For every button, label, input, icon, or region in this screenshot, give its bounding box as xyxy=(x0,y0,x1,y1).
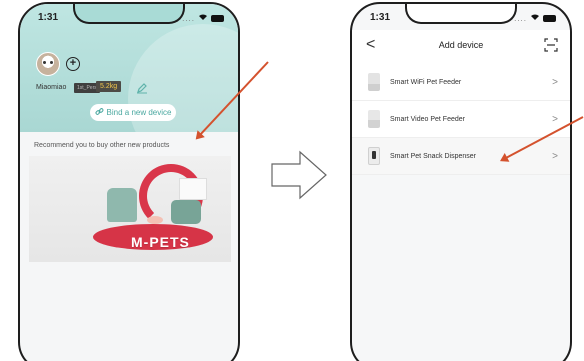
phone-notch xyxy=(405,4,517,24)
status-icons: .... xyxy=(514,13,556,23)
bind-button-label: Bind a new device xyxy=(106,108,172,117)
signal-icon: .... xyxy=(182,13,195,23)
snack-dispenser-thumbnail xyxy=(368,147,380,165)
device-label: Smart WiFi Pet Feeder xyxy=(390,78,462,86)
right-phone-screen: 1:31 .... < Add device Smart WiFi Pet Fe… xyxy=(350,2,572,361)
video-feeder-thumbnail xyxy=(368,110,380,128)
status-time: 1:31 xyxy=(38,12,59,23)
pencil-icon[interactable] xyxy=(136,81,148,94)
wifi-feeder-thumbnail xyxy=(368,73,380,91)
status-time: 1:31 xyxy=(370,12,391,23)
device-item-wifi-feeder[interactable]: Smart WiFi Pet Feeder > xyxy=(352,64,570,101)
device-list: Smart WiFi Pet Feeder > Smart Video Pet … xyxy=(352,64,570,175)
device-label: Smart Pet Snack Dispenser xyxy=(390,152,476,160)
wifi-icon xyxy=(530,13,540,23)
chevron-right-icon: > xyxy=(552,150,558,162)
flow-arrow-icon xyxy=(270,150,328,205)
left-phone-screen: 1:31 .... + Miaomiao 1st_Pers 5.2kg Bind… xyxy=(18,2,240,361)
device-label: Smart Video Pet Feeder xyxy=(390,115,465,123)
device-item-video-feeder[interactable]: Smart Video Pet Feeder > xyxy=(352,101,570,138)
weight-badge: 5.2kg xyxy=(96,81,122,92)
device-item-snack-dispenser[interactable]: Smart Pet Snack Dispenser > xyxy=(352,138,570,175)
product-banner[interactable]: M-PETS xyxy=(29,156,231,262)
page-title: Add device xyxy=(438,40,484,50)
scan-icon[interactable] xyxy=(544,38,558,52)
chevron-right-icon: > xyxy=(552,113,558,125)
feeder-product-image xyxy=(107,188,137,222)
cat-avatar-icon[interactable] xyxy=(36,52,60,76)
bowl-product-image xyxy=(147,216,163,224)
chevron-right-icon: > xyxy=(552,76,558,88)
signal-icon: .... xyxy=(514,13,527,23)
carrier-product-image xyxy=(171,200,201,224)
nav-bar: < Add device xyxy=(352,30,570,64)
link-icon xyxy=(95,107,104,118)
phone-notch xyxy=(73,4,185,24)
username: Miaomiao xyxy=(36,84,67,91)
product-box-image xyxy=(179,178,207,200)
bind-new-device-button[interactable]: Bind a new device xyxy=(90,104,176,121)
wifi-icon xyxy=(198,13,208,23)
plus-circle-icon[interactable]: + xyxy=(66,57,80,71)
banner-brand-logo: M-PETS xyxy=(131,234,190,250)
recommend-heading: Recommend you to buy other new products xyxy=(34,142,170,149)
battery-icon xyxy=(543,14,556,22)
status-icons: .... xyxy=(182,13,224,23)
battery-icon xyxy=(211,14,224,22)
